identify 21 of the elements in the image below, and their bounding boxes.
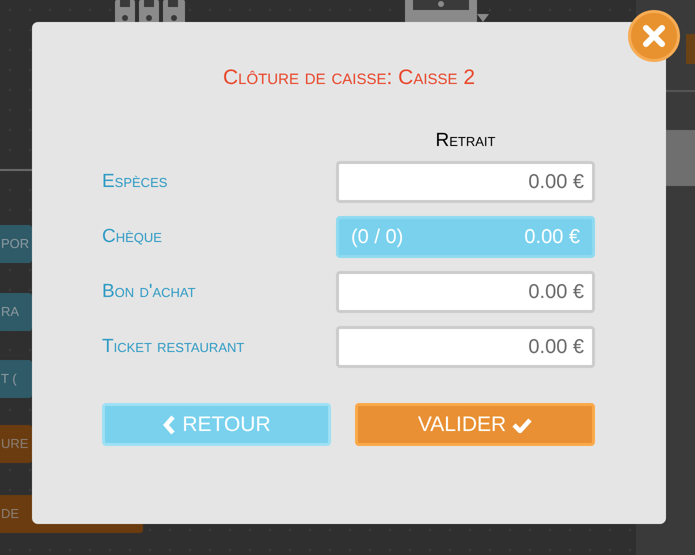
- row-label: Ticket restaurant: [102, 336, 246, 358]
- back-button[interactable]: RETOUR: [102, 403, 331, 446]
- checkmark-icon: [512, 416, 532, 432]
- row-label: Espèces: [102, 171, 168, 193]
- row-label: Chèque: [102, 226, 163, 248]
- row-label: Bon d'achat: [102, 281, 197, 303]
- background-button[interactable]: URE: [0, 425, 32, 463]
- amount-field[interactable]: 0.00 €: [336, 161, 595, 203]
- amount-field[interactable]: 0.00 €: [336, 271, 595, 313]
- confirm-button[interactable]: VALIDER: [355, 403, 595, 446]
- dialog-title: Clôture de caisse: Caisse 2: [222, 66, 476, 90]
- amount-field[interactable]: 0.00 €: [336, 326, 595, 368]
- cheque-amount: 0.00 €: [524, 226, 580, 248]
- cheque-summary[interactable]: (0 / 0) 0.00 €: [336, 216, 595, 258]
- cheque-count: (0 / 0): [351, 226, 404, 248]
- column-header: Retrait: [436, 130, 496, 152]
- background-button[interactable]: POR: [0, 225, 32, 263]
- chevron-left-icon: [162, 414, 176, 434]
- background-button[interactable]: T (: [0, 360, 32, 398]
- background-button[interactable]: RA: [0, 293, 32, 331]
- close-icon: [642, 24, 666, 48]
